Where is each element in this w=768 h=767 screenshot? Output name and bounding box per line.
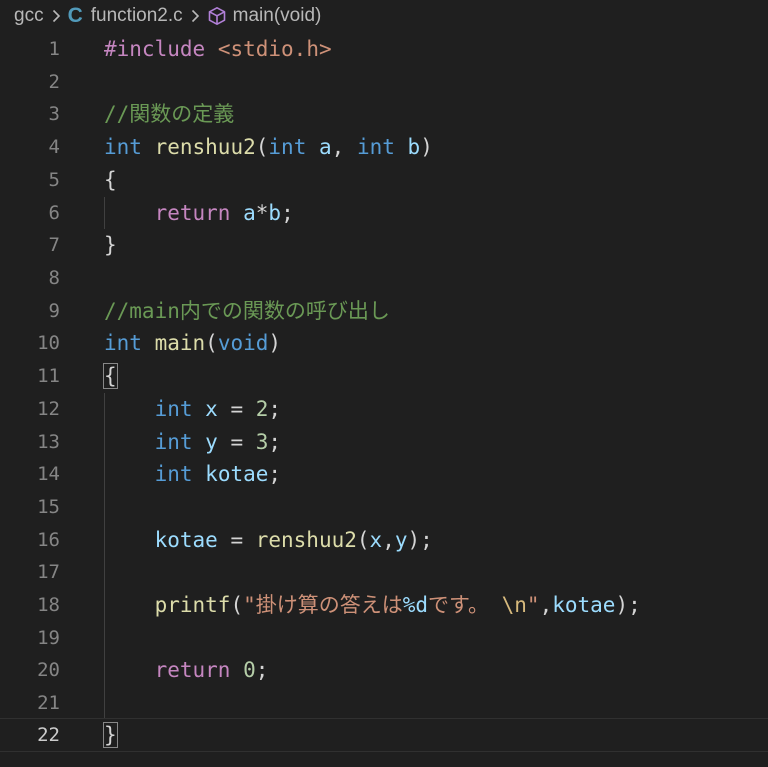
line-number: 8 <box>48 267 60 289</box>
breadcrumb-symbol[interactable]: main(void) <box>207 5 322 27</box>
cube-icon <box>207 6 227 26</box>
line-code: kotae = renshuu2(x,y); <box>154 528 433 552</box>
breadcrumb-file[interactable]: C function2.c <box>68 4 183 28</box>
line-code: //main内での関数の呼び出し <box>104 299 390 323</box>
line-number: 6 <box>48 202 60 224</box>
line-code: } <box>104 233 117 257</box>
c-file-icon: C <box>67 4 83 27</box>
line-number: 12 <box>37 398 60 420</box>
line-code: int main(void) <box>104 331 282 355</box>
line-code: { <box>103 360 118 393</box>
code-line[interactable]: 4 int renshuu2(int a, int b) <box>0 131 768 164</box>
code-line[interactable]: 5 { <box>0 164 768 197</box>
line-code: } <box>103 719 118 752</box>
line-number: 9 <box>48 300 60 322</box>
code-editor[interactable]: 1 #include <stdio.h> 2 3 //関数の定義 4 int r… <box>0 32 768 767</box>
line-number: 1 <box>48 38 60 60</box>
line-code: int renshuu2(int a, int b) <box>104 135 433 159</box>
breadcrumb-folder[interactable]: gcc <box>14 5 44 27</box>
line-number: 10 <box>37 332 60 354</box>
line-number: 3 <box>48 103 60 125</box>
chevron-right-icon <box>191 9 200 23</box>
code-line[interactable]: 15 <box>0 491 768 524</box>
code-line[interactable]: 10 int main(void) <box>0 327 768 360</box>
line-code: printf("掛け算の答えは%dです。 \n",kotae); <box>154 593 641 617</box>
line-number: 19 <box>37 627 60 649</box>
chevron-right-icon <box>52 9 61 23</box>
line-number: 16 <box>37 529 60 551</box>
line-number: 14 <box>37 463 60 485</box>
line-code: int y = 3; <box>154 430 282 454</box>
line-number: 20 <box>37 659 60 681</box>
line-number: 13 <box>37 431 60 453</box>
code-line[interactable]: 18 printf("掛け算の答えは%dです。 \n",kotae); <box>0 589 768 622</box>
line-number: 7 <box>48 234 60 256</box>
code-line[interactable]: 7 } <box>0 229 768 262</box>
code-line[interactable]: 14 int kotae; <box>0 458 768 491</box>
code-line[interactable]: 8 <box>0 262 768 295</box>
line-number: 4 <box>48 136 60 158</box>
breadcrumb-symbol-label: main(void) <box>232 5 322 26</box>
matching-brace: { <box>103 363 118 389</box>
breadcrumb-file-label: function2.c <box>90 5 183 26</box>
line-number: 22 <box>37 724 60 746</box>
code-line[interactable]: 17 <box>0 556 768 589</box>
line-number: 17 <box>37 561 60 583</box>
line-number: 11 <box>37 365 60 387</box>
line-code: return 0; <box>154 658 269 682</box>
line-number: 18 <box>37 594 60 616</box>
code-line-current[interactable]: 22 } <box>0 718 768 752</box>
code-line[interactable]: 20 return 0; <box>0 654 768 687</box>
line-code: int kotae; <box>154 462 282 486</box>
line-code: //関数の定義 <box>104 102 235 126</box>
code-line[interactable]: 6 return a*b; <box>0 197 768 230</box>
line-code: { <box>104 168 117 192</box>
code-line[interactable]: 19 <box>0 622 768 655</box>
code-line[interactable]: 16 kotae = renshuu2(x,y); <box>0 524 768 557</box>
code-line[interactable]: 3 //関数の定義 <box>0 98 768 131</box>
line-number: 2 <box>48 71 60 93</box>
line-code: return a*b; <box>154 201 294 225</box>
code-line[interactable]: 1 #include <stdio.h> <box>0 33 768 66</box>
line-code: int x = 2; <box>154 397 282 421</box>
breadcrumb: gcc C function2.c main(void) <box>0 0 768 32</box>
line-number: 5 <box>48 169 60 191</box>
code-line[interactable]: 11 { <box>0 360 768 393</box>
line-number: 21 <box>37 692 60 714</box>
line-code: #include <stdio.h> <box>104 37 332 61</box>
code-line[interactable]: 2 <box>0 66 768 99</box>
code-line[interactable]: 13 int y = 3; <box>0 426 768 459</box>
code-line[interactable]: 21 <box>0 687 768 720</box>
matching-brace: } <box>103 722 118 748</box>
line-number: 15 <box>37 496 60 518</box>
code-line[interactable]: 12 int x = 2; <box>0 393 768 426</box>
code-line[interactable]: 9 //main内での関数の呼び出し <box>0 295 768 328</box>
